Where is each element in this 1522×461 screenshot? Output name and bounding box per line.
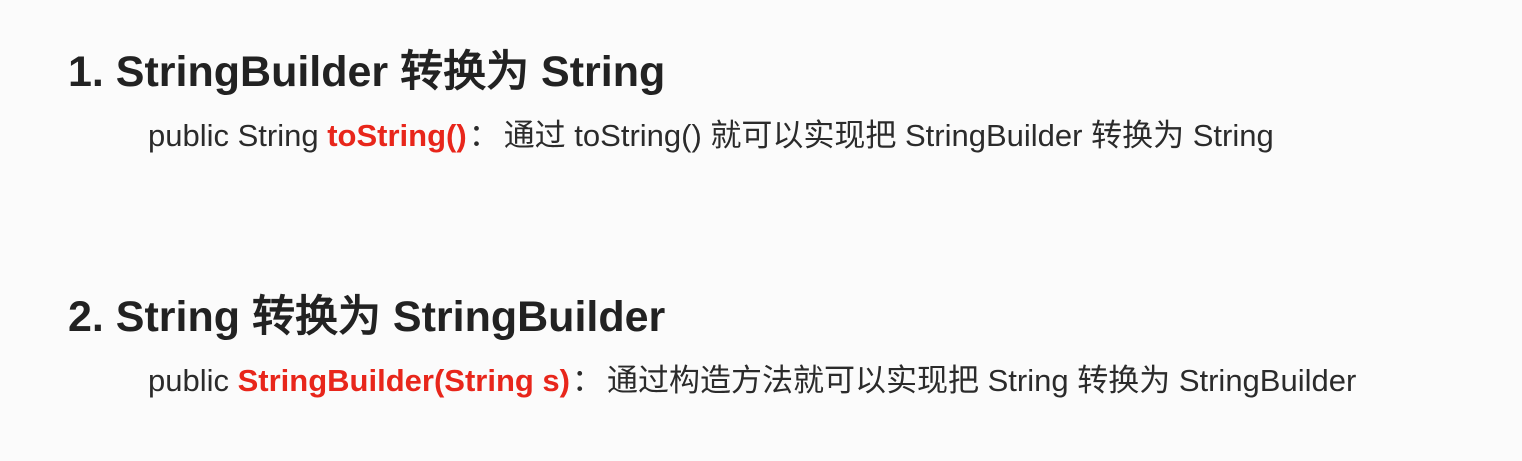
- method-name: StringBuilder(String s): [237, 363, 570, 398]
- method-description: public StringBuilder(String s)： 通过构造方法就可以…: [148, 359, 1356, 403]
- description-text: 通过构造方法就可以实现把 String 转换为 StringBuilder: [607, 363, 1357, 398]
- method-signature-prefix: public String: [148, 118, 328, 153]
- description-text: 通过 toString() 就可以实现把 StringBuilder 转换为 S…: [503, 118, 1274, 153]
- slide: { "sections": [ { "heading": "1. StringB…: [0, 0, 1522, 461]
- method-signature-prefix: public: [148, 363, 238, 398]
- separator: ：: [468, 118, 500, 153]
- section-heading: 2. String 转换为 StringBuilder: [68, 293, 666, 341]
- section-heading: 1. StringBuilder 转换为 String: [68, 48, 666, 96]
- method-description: public String toString()： 通过 toString() 就…: [148, 114, 1274, 158]
- method-name: toString(): [327, 118, 467, 153]
- separator: ：: [572, 363, 603, 398]
